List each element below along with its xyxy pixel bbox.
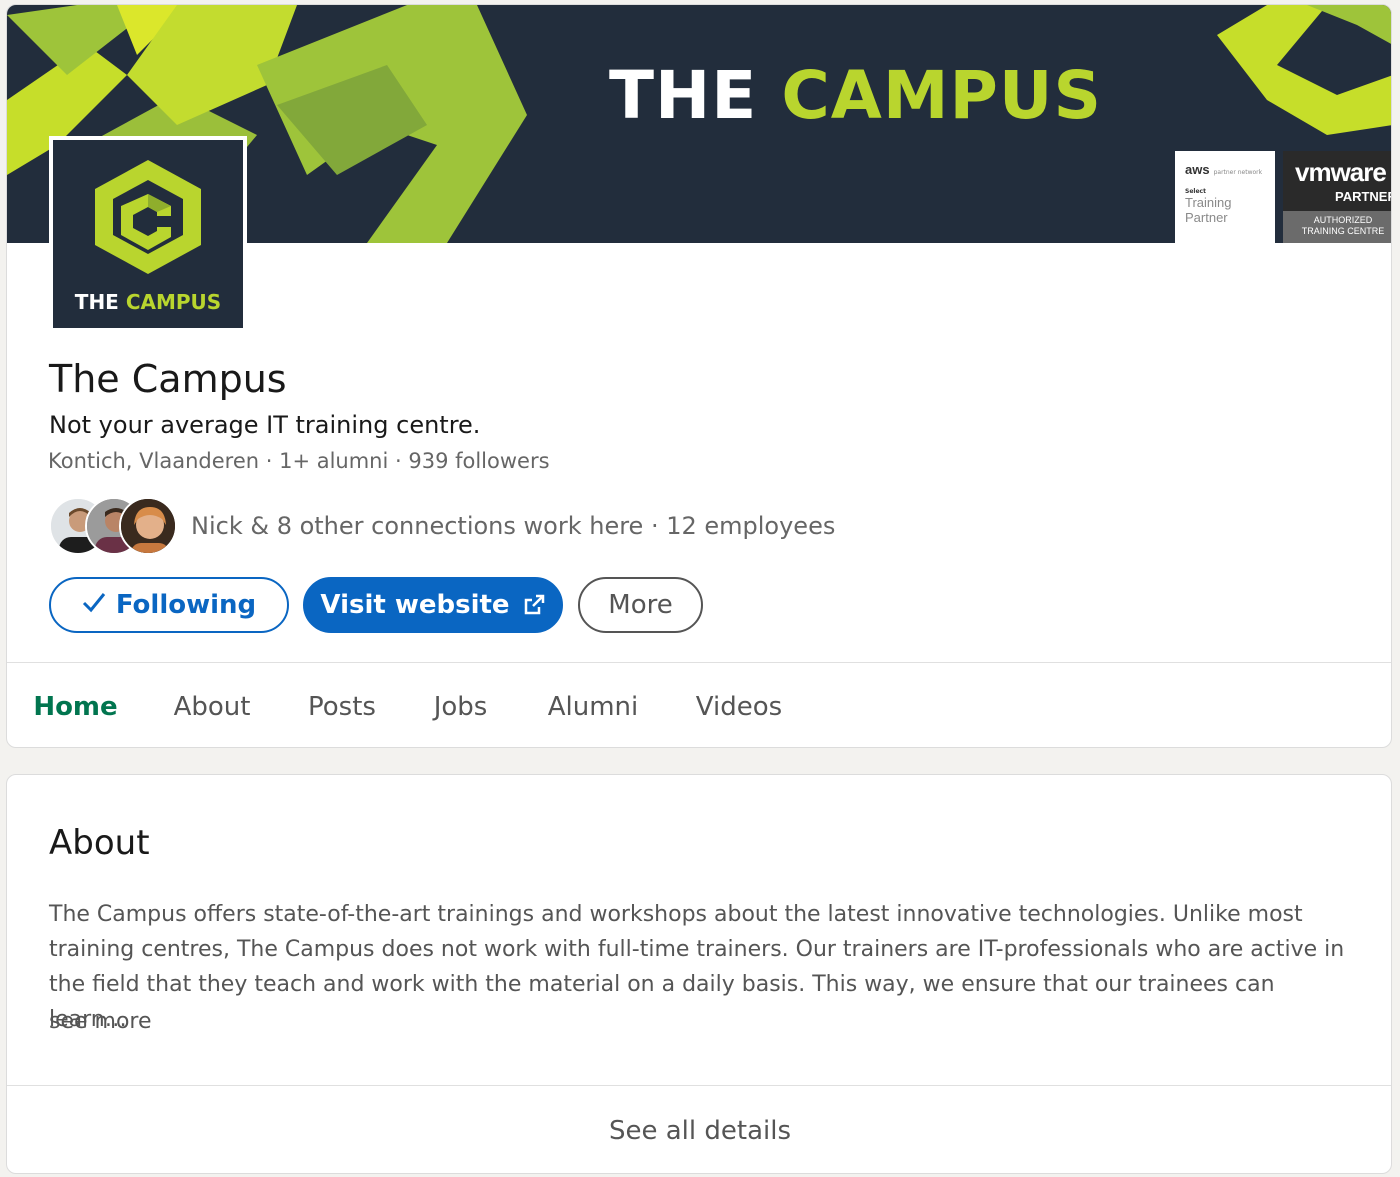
tab-home[interactable]: Home — [7, 663, 144, 747]
about-card: About The Campus offers state-of-the-art… — [6, 774, 1392, 1174]
avatar — [119, 497, 177, 555]
tab-alumni-label: Alumni — [547, 691, 639, 722]
tab-posts[interactable]: Posts — [280, 663, 404, 747]
hexagon-c-logo-icon — [95, 160, 201, 274]
connections-text[interactable]: Nick & 8 other connections work here · 1… — [191, 512, 835, 540]
tab-about[interactable]: About — [144, 663, 280, 747]
vmware-auth-line2: TRAINING CENTRE — [1301, 226, 1385, 236]
tab-videos-label: Videos — [695, 691, 783, 722]
company-header-card: THE CAMPUS aws partner network Select Tra… — [6, 4, 1392, 748]
logo-text: THE CAMPUS — [53, 290, 243, 314]
connection-avatars[interactable] — [49, 497, 179, 555]
tab-jobs-label: Jobs — [433, 691, 488, 722]
checkmark-icon — [82, 590, 106, 620]
aws-logo: aws — [1185, 162, 1210, 177]
company-tagline: Not your average IT training centre. — [49, 411, 481, 439]
aws-partner-text: Partner — [1185, 210, 1228, 225]
see-more-link[interactable]: see more — [49, 1009, 152, 1034]
banner-title-white: THE — [609, 57, 758, 134]
vmware-logo: vmware — [1295, 157, 1387, 187]
vmware-authorized-text: AUTHORIZED TRAINING CENTRE — [1283, 211, 1391, 243]
visit-website-label: Visit website — [320, 590, 510, 620]
see-all-details-button[interactable]: See all details — [7, 1085, 1391, 1173]
logo-text-green: CAMPUS — [125, 290, 222, 314]
vmware-partner-badge: vmware PARTNER AUTHORIZED TRAINING CENTR… — [1283, 151, 1392, 243]
banner-title: THE CAMPUS — [609, 57, 1102, 134]
tab-alumni[interactable]: Alumni — [517, 663, 669, 747]
tab-home-label: Home — [33, 691, 118, 722]
see-all-details-label: See all details — [608, 1115, 792, 1146]
more-label: More — [608, 590, 673, 620]
company-meta: Kontich, Vlaanderen · 1+ alumni · 939 fo… — [48, 449, 550, 473]
tab-posts-label: Posts — [308, 691, 376, 722]
aws-partner-badge: aws partner network Select Training Partn… — [1175, 151, 1275, 243]
aws-training-text: Training — [1185, 195, 1232, 210]
vmware-auth-line1: AUTHORIZED — [1313, 215, 1373, 225]
visit-website-button[interactable]: Visit website — [303, 577, 563, 633]
page-tabs: Home About Posts Jobs Alumni Videos — [7, 662, 1391, 747]
more-button[interactable]: More — [578, 577, 703, 633]
banner-title-green: CAMPUS — [781, 57, 1103, 134]
tab-videos[interactable]: Videos — [669, 663, 809, 747]
company-name: The Campus — [49, 357, 287, 401]
logo-text-white: THE — [74, 290, 119, 314]
tab-about-label: About — [173, 691, 251, 722]
aws-small-text: partner network — [1213, 169, 1263, 176]
company-logo[interactable]: THE CAMPUS — [49, 136, 247, 332]
external-link-icon — [522, 593, 546, 617]
vmware-partner-text: PARTNER — [1335, 189, 1392, 204]
following-button[interactable]: Following — [49, 577, 289, 633]
tab-jobs[interactable]: Jobs — [404, 663, 517, 747]
about-title: About — [49, 823, 150, 863]
aws-select-text: Select — [1185, 188, 1206, 195]
about-description: The Campus offers state-of-the-art train… — [49, 902, 1345, 1032]
following-label: Following — [115, 590, 257, 620]
